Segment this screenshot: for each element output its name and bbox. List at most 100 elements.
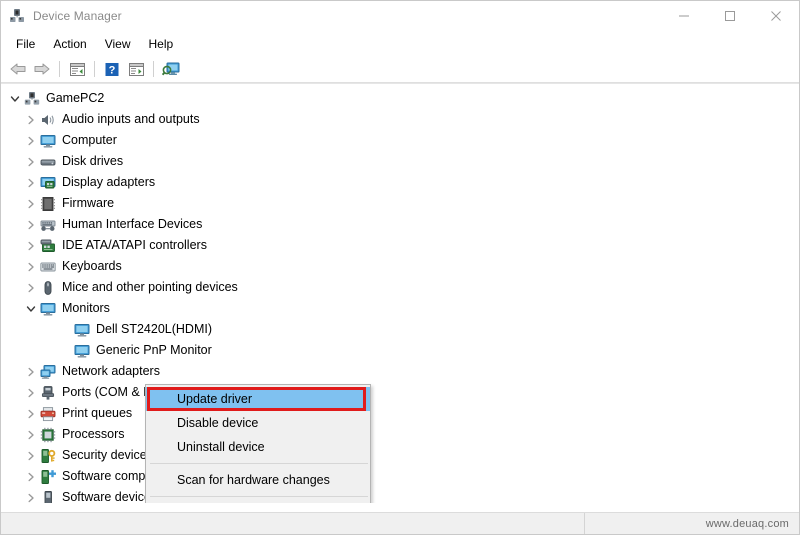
tree-item[interactable]: Firmware <box>1 193 799 214</box>
tree-item[interactable]: Mice and other pointing devices <box>1 277 799 298</box>
tree-item-label: Display adapters <box>62 175 156 189</box>
firmware-chip-icon <box>39 193 57 214</box>
chevron-down-icon[interactable] <box>23 298 39 319</box>
status-bar-message <box>1 513 585 534</box>
tree-item[interactable]: Monitors <box>1 298 799 319</box>
tree-item-label: IDE ATA/ATAPI controllers <box>62 238 207 252</box>
context-menu-item[interactable]: Scan for hardware changes <box>146 468 370 492</box>
context-menu-separator <box>150 496 368 497</box>
tree-item-label: Print queues <box>62 406 133 420</box>
monitor-icon <box>39 130 57 151</box>
tree-item[interactable]: Ports (COM & LPT) <box>1 382 799 403</box>
tree-item-label: Dell ST2420L(HDMI) <box>96 322 213 336</box>
device-tree-panel[interactable]: GamePC2 Audio inputs and outputs Computer D… <box>1 83 799 503</box>
computer-root-icon <box>23 88 41 109</box>
tree-item-label: Firmware <box>62 196 115 210</box>
menu-action[interactable]: Action <box>44 34 95 55</box>
chevron-right-icon[interactable] <box>23 382 39 403</box>
tree-item-label: Processors <box>62 427 125 441</box>
software-component-icon <box>39 466 57 487</box>
menu-file[interactable]: File <box>7 34 44 55</box>
context-menu-item[interactable]: Update driver <box>146 387 370 411</box>
context-menu-item[interactable]: Properties <box>146 501 370 503</box>
tree-item[interactable]: Generic PnP Monitor <box>1 340 799 361</box>
scan-hardware-changes-button[interactable] <box>159 58 183 80</box>
device-tree[interactable]: GamePC2 Audio inputs and outputs Computer D… <box>1 84 799 503</box>
disk-drive-icon <box>39 151 57 172</box>
monitor-icon <box>73 340 91 361</box>
chevron-right-icon[interactable] <box>23 487 39 503</box>
tree-item[interactable]: Human Interface Devices <box>1 214 799 235</box>
context-menu-item[interactable]: Uninstall device <box>146 435 370 459</box>
status-bar: www.deuaq.com <box>1 512 799 534</box>
menu-view[interactable]: View <box>96 34 140 55</box>
tree-item[interactable]: Processors <box>1 424 799 445</box>
tree-item[interactable]: Keyboards <box>1 256 799 277</box>
chevron-right-icon[interactable] <box>23 424 39 445</box>
tree-item[interactable]: Computer <box>1 130 799 151</box>
menu-help[interactable]: Help <box>140 34 183 55</box>
chevron-right-icon[interactable] <box>23 445 39 466</box>
toolbar: ? <box>1 56 799 83</box>
context-menu-item[interactable]: Disable device <box>146 411 370 435</box>
chevron-right-icon[interactable] <box>23 361 39 382</box>
tree-item-label: Security devices <box>62 448 154 462</box>
svg-text:?: ? <box>109 64 116 76</box>
toolbar-separator <box>153 61 154 77</box>
minimize-button[interactable] <box>661 1 707 31</box>
device-manager-window: Device Manager File Action View Help ? G… <box>0 0 800 535</box>
help-button[interactable]: ? <box>100 58 124 80</box>
chevron-right-icon[interactable] <box>23 466 39 487</box>
tree-item[interactable]: Software devices <box>1 487 799 503</box>
back-button[interactable] <box>6 58 30 80</box>
hid-icon <box>39 214 57 235</box>
tree-item-label: Software devices <box>62 490 158 503</box>
tree-item-label: Disk drives <box>62 154 124 168</box>
device-manager-icon <box>9 8 25 24</box>
context-menu-separator <box>150 463 368 464</box>
chevron-right-icon[interactable] <box>23 256 39 277</box>
display-adapter-icon <box>39 172 57 193</box>
tree-item-label: Human Interface Devices <box>62 217 203 231</box>
watermark-text: www.deuaq.com <box>705 517 789 530</box>
tree-item-label: Computer <box>62 133 117 147</box>
tree-item-label: GamePC2 <box>46 91 105 105</box>
chevron-down-icon[interactable] <box>7 88 23 109</box>
tree-item[interactable]: Security devices <box>1 445 799 466</box>
tree-item[interactable]: Software components <box>1 466 799 487</box>
maximize-button[interactable] <box>707 1 753 31</box>
chevron-right-icon[interactable] <box>23 214 39 235</box>
speaker-icon <box>39 109 57 130</box>
tree-item[interactable]: Audio inputs and outputs <box>1 109 799 130</box>
close-button[interactable] <box>753 1 799 31</box>
tree-item[interactable]: IDE ATA/ATAPI controllers <box>1 235 799 256</box>
tree-item[interactable]: Dell ST2420L(HDMI) <box>1 319 799 340</box>
toolbar-separator <box>59 61 60 77</box>
monitor-icon <box>39 298 57 319</box>
chevron-right-icon[interactable] <box>23 151 39 172</box>
chevron-right-icon[interactable] <box>23 235 39 256</box>
tree-item[interactable]: Disk drives <box>1 151 799 172</box>
security-device-icon <box>39 445 57 466</box>
chevron-right-icon[interactable] <box>23 403 39 424</box>
tree-item[interactable]: Print queues <box>1 403 799 424</box>
tree-item[interactable]: Display adapters <box>1 172 799 193</box>
console-tree-button[interactable] <box>65 58 89 80</box>
tree-item[interactable]: Network adapters <box>1 361 799 382</box>
tree-item-label: Audio inputs and outputs <box>62 112 200 126</box>
chevron-right-icon[interactable] <box>23 109 39 130</box>
twisty-placeholder <box>57 319 73 340</box>
tree-item-label: Generic PnP Monitor <box>96 343 212 357</box>
processor-icon <box>39 424 57 445</box>
forward-button[interactable] <box>30 58 54 80</box>
properties-button[interactable] <box>124 58 148 80</box>
software-device-icon <box>39 487 57 503</box>
chevron-right-icon[interactable] <box>23 172 39 193</box>
tree-item[interactable]: GamePC2 <box>1 88 799 109</box>
chevron-right-icon[interactable] <box>23 130 39 151</box>
twisty-placeholder <box>57 340 73 361</box>
chevron-right-icon[interactable] <box>23 277 39 298</box>
chevron-right-icon[interactable] <box>23 193 39 214</box>
window-title: Device Manager <box>33 9 122 23</box>
context-menu[interactable]: Update driver Disable device Uninstall dev… <box>145 384 371 503</box>
